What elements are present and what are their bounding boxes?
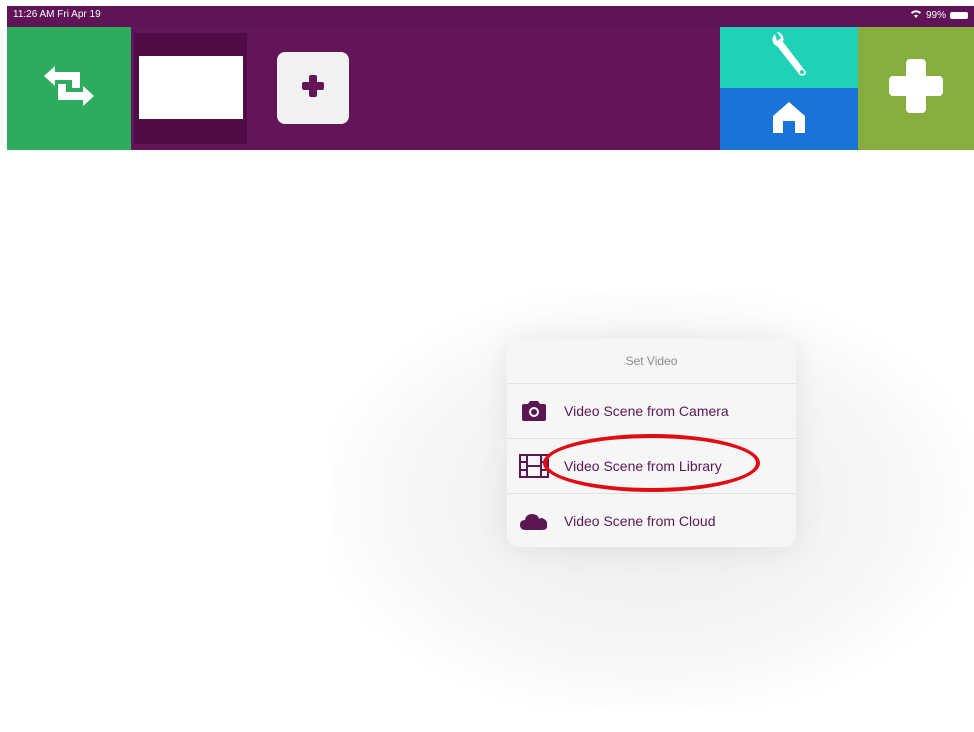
menu-item-camera[interactable]: Video Scene from Camera (507, 384, 796, 439)
popover-title: Set Video (507, 339, 796, 384)
battery-percent: 99% (925, 9, 946, 21)
plus-icon (886, 56, 946, 121)
wrench-icon (769, 30, 809, 85)
new-button[interactable] (858, 27, 974, 150)
wifi-icon (910, 9, 922, 21)
menu-item-library[interactable]: Video Scene from Library (507, 439, 796, 494)
menu-item-label: Video Scene from Cloud (564, 513, 716, 529)
top-toolbar (7, 27, 974, 150)
home-icon (769, 99, 809, 140)
cloud-icon (519, 508, 549, 534)
scene-thumbnail[interactable] (139, 56, 243, 119)
popover-arrow (496, 434, 507, 456)
camera-icon (519, 398, 549, 424)
menu-item-label: Video Scene from Library (564, 458, 722, 474)
tools-button[interactable] (720, 27, 858, 88)
set-video-popover: Set Video Video Scene from Camera Video … (507, 339, 796, 547)
sync-button[interactable] (7, 27, 131, 150)
status-time: 11:26 AM Fri Apr 19 (13, 9, 101, 20)
battery-icon (950, 11, 968, 19)
menu-item-cloud[interactable]: Video Scene from Cloud (507, 494, 796, 547)
film-icon (519, 453, 549, 479)
menu-item-label: Video Scene from Camera (564, 403, 729, 419)
scene-slot[interactable] (134, 33, 247, 144)
add-scene-button[interactable] (277, 52, 349, 124)
sync-arrows-icon (40, 64, 98, 113)
home-button[interactable] (720, 88, 858, 150)
plus-icon (300, 73, 326, 104)
status-indicators: 99% (910, 9, 968, 21)
status-bar: 11:26 AM Fri Apr 19 99% (7, 6, 974, 27)
